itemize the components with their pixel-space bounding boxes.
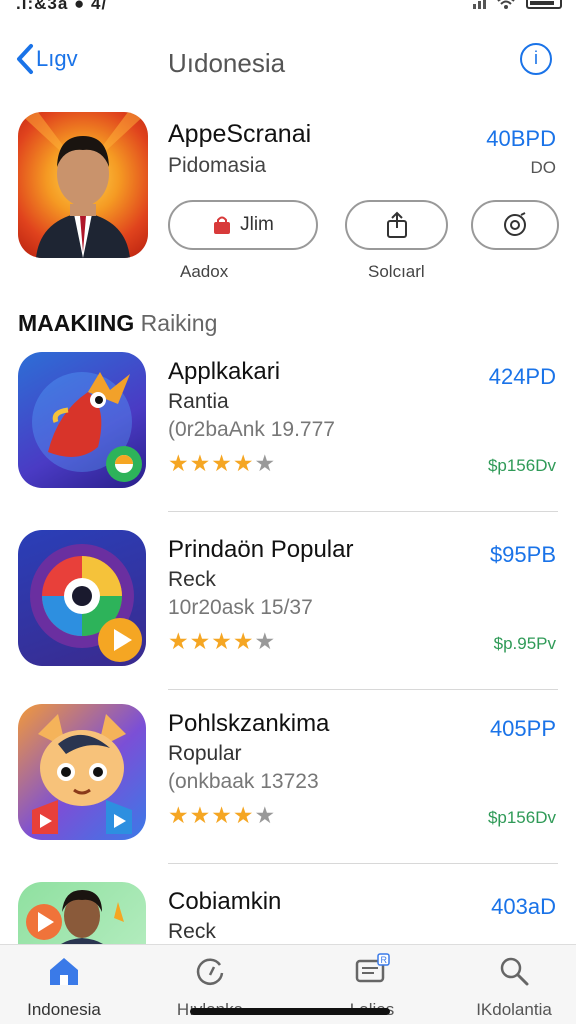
- app-name: Prindaön Popular: [168, 536, 354, 563]
- row-divider: [168, 511, 558, 512]
- app-category: Rantia: [168, 390, 229, 413]
- app-name: Applkakari: [168, 358, 281, 385]
- tab-label: IKdolantia: [476, 1000, 552, 1019]
- cartoon-rocket-icon: [32, 372, 142, 482]
- svg-text:R: R: [381, 955, 388, 965]
- featured-app-icon[interactable]: [18, 112, 148, 258]
- signal-icon: [473, 0, 486, 9]
- get-button-label: Jlim: [240, 214, 274, 235]
- featured-app-price-secondary: DO: [530, 158, 557, 177]
- refresh-icon: [196, 958, 224, 985]
- settings-button[interactable]: [471, 200, 559, 250]
- featured-app-title: AppeScranai: [168, 120, 312, 148]
- app-price-secondary: $p156Dv: [487, 808, 556, 827]
- list-item[interactable]: Prindaön Popular Reck 10r20ask 15/37 ★★★…: [18, 530, 558, 690]
- person-portrait-icon: [18, 112, 148, 258]
- info-icon: i: [534, 48, 538, 68]
- app-category: Reck: [168, 568, 216, 591]
- info-button[interactable]: i: [520, 43, 552, 75]
- cartoon-fox-icon: [32, 714, 132, 834]
- battery-icon: [526, 0, 562, 9]
- app-price-secondary: $p.95Pv: [493, 634, 556, 653]
- tab-label: Indonesia: [27, 1000, 101, 1019]
- app-price[interactable]: 424PD: [489, 364, 556, 390]
- app-name: Pohlskzankima: [168, 710, 330, 737]
- share-button[interactable]: [345, 200, 448, 250]
- home-indicator[interactable]: [190, 1008, 390, 1015]
- app-category: Reck: [168, 920, 216, 943]
- list-item[interactable]: Pohlskzankima Ropular (onkbaak 13723 ★★★…: [18, 704, 558, 864]
- app-icon[interactable]: [18, 530, 146, 666]
- app-icon[interactable]: [18, 704, 146, 840]
- status-bar: .l:&3a ● 4/: [0, 0, 576, 20]
- home-icon: [50, 958, 78, 985]
- page-title: Uıdonesia: [168, 48, 286, 78]
- row-divider: [168, 863, 558, 864]
- app-icon[interactable]: [18, 882, 146, 944]
- back-button[interactable]: Lıgv: [14, 42, 78, 76]
- clock-wheel-icon: [30, 544, 142, 662]
- list-item[interactable]: Applkakari Rantia (0r2baAnk 19.777 ★★★★★…: [18, 352, 558, 512]
- app-price[interactable]: 405PP: [490, 716, 556, 742]
- share-icon: [386, 211, 407, 238]
- get-button[interactable]: Jlim: [168, 200, 318, 250]
- gear-icon: [504, 212, 526, 236]
- status-icons: [473, 0, 562, 10]
- bag-icon: [214, 216, 231, 234]
- tab-indonesia[interactable]: Indonesia: [4, 953, 124, 1020]
- chevron-left-icon: [17, 44, 33, 74]
- rating-stars: ★★★★★: [168, 802, 277, 828]
- tab-search[interactable]: IKdolantia: [454, 953, 574, 1020]
- app-price[interactable]: 403aD: [491, 894, 556, 920]
- app-icon[interactable]: [18, 352, 146, 488]
- nav-bar: Lıgv Uıdonesia i: [0, 38, 576, 86]
- app-price-secondary: $p156Dv: [487, 456, 556, 475]
- status-text: .l:&3a ● 4/: [16, 0, 108, 13]
- featured-app[interactable]: AppeScranai Pidomasia 40BPD DO Jlim Aado…: [18, 112, 559, 292]
- app-meta: (onkbaak 13723: [168, 770, 319, 793]
- list-item[interactable]: Cobiamkin Reck 403aD: [18, 882, 558, 944]
- rating-stars: ★★★★★: [168, 450, 277, 476]
- app-meta: (0r2baAnk 19.777: [168, 418, 335, 441]
- app-name: Cobiamkin: [168, 888, 282, 915]
- section-title: MAAKIING: [18, 310, 135, 336]
- share-button-caption: Solcıarl: [368, 262, 425, 281]
- app-category: Ropular: [168, 742, 242, 765]
- person-play-icon: [26, 890, 124, 944]
- featured-app-price[interactable]: 40BPD: [486, 126, 556, 152]
- row-divider: [168, 689, 558, 690]
- section-subtitle: Raiking: [140, 310, 218, 336]
- back-label: Lıgv: [36, 46, 78, 71]
- screen-icon: R: [355, 953, 390, 983]
- rating-stars: ★★★★★: [168, 628, 277, 654]
- wifi-icon: [497, 0, 515, 9]
- app-meta: 10r20ask 15/37: [168, 596, 313, 619]
- section-header: MAAKIING Raiking: [18, 310, 217, 337]
- get-button-caption: Aadox: [180, 262, 229, 281]
- featured-app-subtitle: Pidomasia: [168, 154, 267, 177]
- search-icon: [500, 957, 529, 986]
- app-price[interactable]: $95PB: [490, 542, 556, 568]
